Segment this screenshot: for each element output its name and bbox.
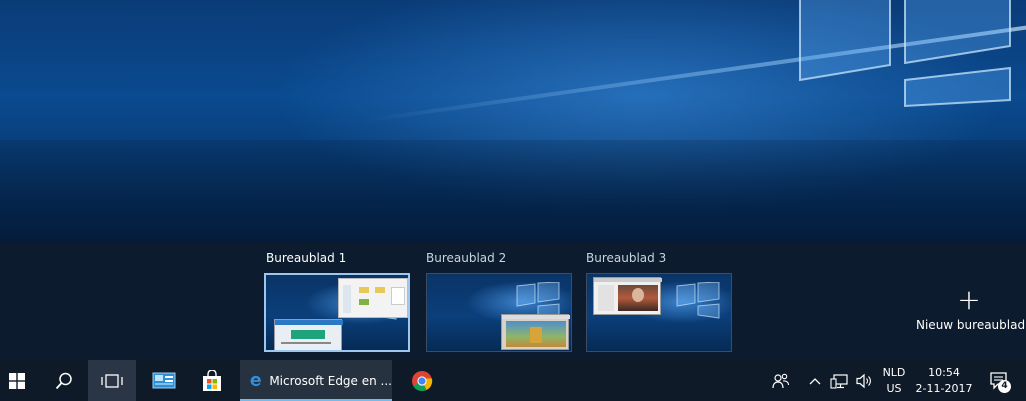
taskbar-control-panel[interactable] xyxy=(144,360,184,401)
notification-count-badge: 4 xyxy=(998,380,1011,393)
action-center-button[interactable]: 4 xyxy=(980,360,1020,401)
volume-button[interactable] xyxy=(852,360,876,401)
search-button[interactable] xyxy=(46,360,82,401)
edge-window-title: Microsoft Edge en ... xyxy=(269,373,392,388)
network-icon xyxy=(830,373,848,389)
desktop-2-label: Bureaublad 2 xyxy=(426,251,507,265)
taskbar: Microsoft Edge en ... NLD US 10:54 2-11-… xyxy=(0,360,1026,401)
desktop-1-thumbnail[interactable] xyxy=(264,273,410,352)
show-hidden-icons-button[interactable] xyxy=(806,360,824,401)
wallpaper-window-logo xyxy=(799,0,1011,108)
thumbnail-browser-window xyxy=(274,319,343,350)
taskbar-chrome[interactable] xyxy=(402,360,442,401)
desktop-1-label: Bureaublad 1 xyxy=(266,251,347,265)
people-button[interactable] xyxy=(766,360,796,401)
taskbar-store[interactable] xyxy=(192,360,232,401)
chevron-up-icon xyxy=(809,377,821,384)
input-language-button[interactable]: NLD US xyxy=(880,360,908,401)
thumbnail-window-logo xyxy=(676,282,720,319)
clock-button[interactable]: 10:54 2-11-2017 xyxy=(912,360,976,401)
keyboard-layout: US xyxy=(886,381,902,395)
desktop-wallpaper xyxy=(0,0,1026,242)
desktop-2-thumbnail[interactable] xyxy=(426,273,572,352)
wallpaper-floor xyxy=(0,140,1026,242)
thumbnail-explorer-window xyxy=(338,278,408,318)
new-desktop-label: Nieuw bureaublad xyxy=(916,318,1026,332)
thumbnail-video-window xyxy=(593,277,662,315)
task-view-panel: Bureaublad 1 Bureaublad 2 Bureaublad 3 +… xyxy=(0,242,1026,360)
taskbar-edge[interactable]: Microsoft Edge en ... xyxy=(240,360,392,401)
desktop-3-thumbnail[interactable] xyxy=(586,273,732,352)
control-panel-icon xyxy=(152,372,176,388)
people-icon xyxy=(772,373,790,388)
chrome-icon xyxy=(412,370,433,391)
clock-date: 2-11-2017 xyxy=(915,381,973,395)
store-icon xyxy=(203,369,221,391)
windows-logo-icon xyxy=(9,372,25,389)
plus-icon: + xyxy=(957,283,981,316)
thumbnail-game-window xyxy=(501,314,570,350)
new-desktop-button[interactable]: + Nieuw bureaublad xyxy=(916,283,1026,333)
search-icon xyxy=(55,372,72,389)
edge-icon xyxy=(250,375,261,386)
desktop-3-label: Bureaublad 3 xyxy=(586,251,667,265)
clock-time: 10:54 xyxy=(928,365,960,379)
network-button[interactable] xyxy=(828,360,850,401)
task-view-button[interactable] xyxy=(88,360,136,401)
start-button[interactable] xyxy=(0,360,34,401)
volume-icon xyxy=(856,373,871,388)
task-view-icon xyxy=(101,373,123,388)
language-code: NLD xyxy=(882,365,906,379)
